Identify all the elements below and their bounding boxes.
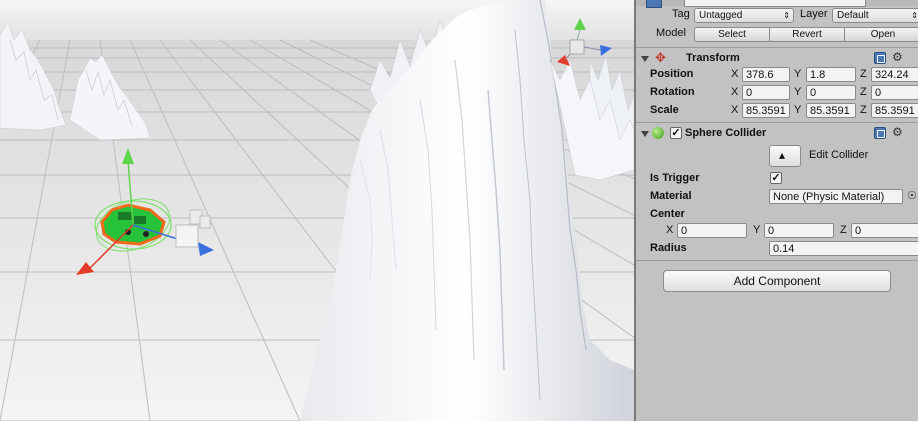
position-z-label: Z bbox=[860, 68, 867, 80]
layer-value: Default bbox=[837, 10, 869, 21]
model-revert-button[interactable]: Revert bbox=[769, 27, 845, 42]
rotation-x-label: X bbox=[731, 86, 739, 98]
rotation-x-field[interactable]: 0 bbox=[742, 85, 790, 100]
sphere-collider-enabled-checkbox[interactable]: ✓ bbox=[670, 127, 682, 139]
transform-header[interactable]: ✥ Transform ⚙ bbox=[636, 47, 918, 68]
rotation-z-field[interactable]: 0 bbox=[871, 85, 918, 100]
position-y-label: Y bbox=[794, 68, 802, 80]
rotation-z-label: Z bbox=[860, 86, 867, 98]
rotation-y-label: Y bbox=[794, 86, 802, 98]
center-z-field[interactable]: 0 bbox=[851, 223, 918, 238]
object-name-field[interactable] bbox=[684, 0, 866, 7]
scale-y-field[interactable]: 85.3591 bbox=[806, 103, 856, 118]
position-y-field[interactable]: 1.8 bbox=[806, 67, 856, 82]
edit-collider-button[interactable]: ▴ bbox=[769, 145, 801, 167]
layer-dropdown[interactable]: Default ⇕ bbox=[832, 8, 918, 23]
radius-label: Radius bbox=[650, 242, 687, 254]
gear-icon[interactable]: ⚙ bbox=[892, 126, 904, 138]
model-select-button[interactable]: Select bbox=[694, 27, 770, 42]
is-trigger-label: Is Trigger bbox=[650, 172, 700, 184]
sphere-collider-header[interactable]: ✓ Sphere Collider ⚙ bbox=[636, 122, 918, 143]
foldout-arrow-icon[interactable] bbox=[641, 56, 649, 62]
model-label: Model bbox=[656, 27, 686, 39]
material-object-field[interactable]: None (Physic Material) bbox=[769, 189, 903, 204]
tag-dropdown[interactable]: Untagged ⇕ bbox=[694, 8, 794, 23]
sphere-collider-title: Sphere Collider bbox=[685, 127, 767, 139]
scale-label: Scale bbox=[650, 104, 679, 116]
is-trigger-checkbox[interactable]: ✓ bbox=[770, 172, 782, 184]
scene-canvas[interactable] bbox=[0, 0, 634, 421]
add-component-button[interactable]: Add Component bbox=[663, 270, 891, 292]
tag-label: Tag bbox=[672, 8, 690, 20]
scale-z-field[interactable]: 85.3591 bbox=[871, 103, 918, 118]
center-y-field[interactable]: 0 bbox=[764, 223, 834, 238]
center-x-field[interactable]: 0 bbox=[677, 223, 747, 238]
center-y-label: Y bbox=[753, 224, 761, 236]
help-book-icon[interactable] bbox=[874, 52, 886, 64]
scale-x-label: X bbox=[731, 104, 739, 116]
edit-collider-icon: ▴ bbox=[779, 148, 786, 162]
component-separator bbox=[636, 260, 918, 261]
radius-field[interactable]: 0.14 bbox=[769, 241, 918, 256]
tag-value: Untagged bbox=[699, 10, 743, 21]
scene-view[interactable] bbox=[0, 0, 634, 421]
center-z-label: Z bbox=[840, 224, 847, 236]
object-picker-icon[interactable]: ☉ bbox=[907, 189, 917, 202]
position-label: Position bbox=[650, 68, 694, 80]
foldout-arrow-icon[interactable] bbox=[641, 131, 649, 137]
unity-editor: Tag Untagged ⇕ Layer Default ⇕ Model Sel… bbox=[0, 0, 918, 421]
center-x-label: X bbox=[666, 224, 674, 236]
model-open-button[interactable]: Open bbox=[844, 27, 918, 42]
rotation-y-field[interactable]: 0 bbox=[806, 85, 856, 100]
material-label: Material bbox=[650, 190, 692, 202]
scale-y-label: Y bbox=[794, 104, 802, 116]
scale-x-field[interactable]: 85.3591 bbox=[742, 103, 790, 118]
center-label: Center bbox=[650, 208, 685, 220]
transform-title: Transform bbox=[686, 52, 740, 64]
prefab-icon bbox=[646, 0, 662, 8]
layer-label: Layer bbox=[800, 8, 828, 20]
rotation-label: Rotation bbox=[650, 86, 695, 98]
position-x-field[interactable]: 378.6 bbox=[742, 67, 790, 82]
position-z-field[interactable]: 324.24 bbox=[871, 67, 918, 82]
transform-axes-icon: ✥ bbox=[655, 50, 666, 65]
dropdown-arrows-icon: ⇕ bbox=[783, 11, 790, 20]
sphere-collider-icon bbox=[652, 127, 664, 139]
dropdown-arrows-icon: ⇕ bbox=[911, 11, 918, 20]
help-book-icon[interactable] bbox=[874, 127, 886, 139]
gear-icon[interactable]: ⚙ bbox=[892, 51, 904, 63]
position-x-label: X bbox=[731, 68, 739, 80]
scale-z-label: Z bbox=[860, 104, 867, 116]
inspector-panel: Tag Untagged ⇕ Layer Default ⇕ Model Sel… bbox=[636, 0, 918, 421]
edit-collider-label: Edit Collider bbox=[809, 149, 869, 161]
